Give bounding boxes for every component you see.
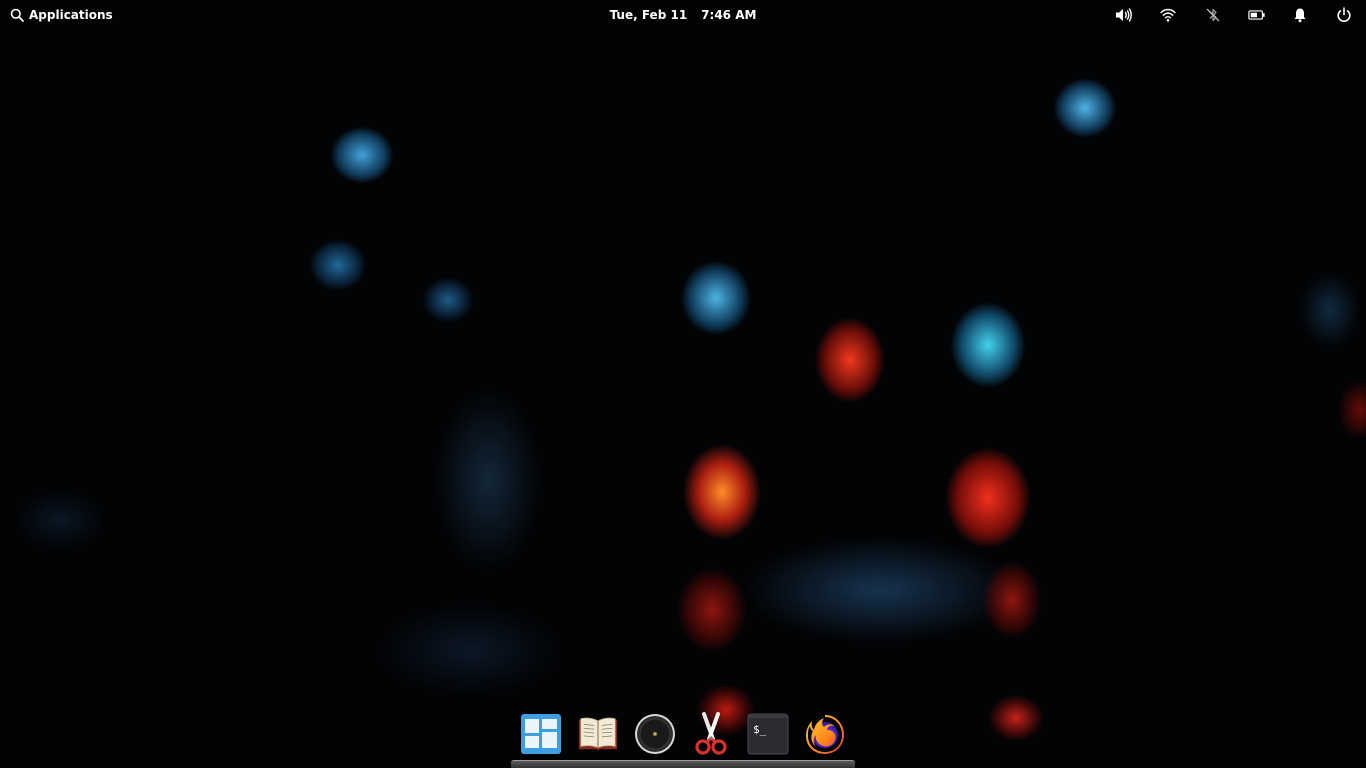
applications-label: Applications (29, 8, 113, 22)
volume-indicator[interactable] (1115, 6, 1133, 24)
time-text: 7:46 AM (701, 8, 757, 22)
network-indicator[interactable] (1159, 6, 1177, 24)
terminal-prompt-text: $_ (753, 723, 767, 736)
date-time-indicator[interactable]: Tue, Feb 11 7:46 AM (560, 7, 806, 23)
dock-item-screenshot[interactable] (689, 712, 733, 756)
bluetooth-disabled-icon (1206, 8, 1220, 22)
battery-icon (1248, 10, 1265, 20)
dock-item-camera[interactable] (633, 712, 677, 756)
desktop-wallpaper: Applications Tue, Feb 11 7:46 AM $_ (0, 0, 1366, 768)
dock-item-firefox[interactable] (803, 712, 847, 756)
terminal-icon: $_ (747, 713, 789, 755)
bluetooth-indicator[interactable] (1204, 6, 1222, 24)
applications-menu-button[interactable]: Applications (10, 7, 113, 23)
notifications-icon (1294, 8, 1306, 23)
multitasking-view-icon (521, 714, 561, 754)
dock-item-terminal[interactable]: $_ (746, 712, 790, 756)
wifi-icon (1160, 8, 1176, 22)
dock-item-books[interactable] (576, 712, 620, 756)
firefox-icon (805, 715, 844, 754)
power-status-indicator[interactable] (1248, 6, 1266, 24)
notifications-indicator[interactable] (1291, 6, 1309, 24)
dock-item-multitasking-view[interactable] (519, 712, 563, 756)
dock: $_ (511, 706, 855, 762)
volume-icon (1116, 8, 1132, 22)
power-icon (1337, 7, 1351, 22)
books-icon (578, 717, 617, 752)
search-icon (10, 8, 24, 22)
session-indicator[interactable] (1335, 6, 1353, 24)
date-text: Tue, Feb 11 (609, 8, 688, 22)
top-panel: Applications Tue, Feb 11 7:46 AM (0, 0, 1366, 30)
camera-icon (634, 714, 675, 754)
screenshot-scissors-icon (695, 712, 727, 755)
